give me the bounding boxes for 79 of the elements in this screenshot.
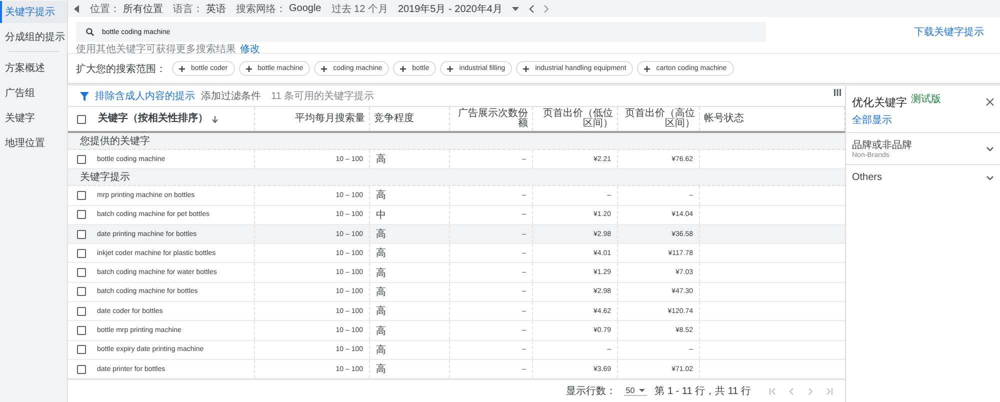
row-checkbox[interactable]	[76, 306, 86, 316]
row-checkbox[interactable]	[76, 210, 86, 220]
group-header: 关键字提示	[68, 169, 845, 186]
row-checkbox[interactable]	[76, 190, 86, 200]
filter-icon[interactable]	[80, 92, 89, 100]
sidebar-item[interactable]: 分成组的提示	[0, 26, 67, 48]
table-cell-text: 高	[376, 228, 386, 242]
sidebar-item[interactable]: 关键字提示	[0, 1, 67, 23]
column-header[interactable]: 页首出价（高位区间）	[622, 109, 695, 129]
select-all-checkbox[interactable]	[76, 114, 86, 124]
plus-icon	[644, 66, 650, 72]
column-header[interactable]: 帐号状态	[704, 114, 744, 124]
adult-filter-link[interactable]: 排除含成人内容的提示	[95, 89, 195, 103]
row-checkbox[interactable]	[76, 364, 86, 374]
column-header[interactable]: 竞争程度	[374, 114, 414, 124]
table-cell-text: 高	[376, 304, 386, 318]
download-link[interactable]: 下载关键字提示	[914, 25, 984, 39]
group-header: 您提供的关键字	[68, 133, 845, 150]
plus-icon	[523, 66, 530, 72]
plus-icon	[246, 66, 252, 72]
column-header[interactable]: 页首出价（低位区间）	[537, 109, 613, 129]
show-all-link[interactable]: 全部显示	[846, 110, 1000, 132]
rows-per-page-select[interactable]: 50	[624, 386, 647, 396]
table-cell-text: 高	[376, 246, 386, 260]
plus-icon	[179, 66, 185, 72]
column-header[interactable]: 广告展示次数份额	[454, 109, 528, 129]
plus-icon	[400, 66, 406, 72]
panel-title: 优化关键字	[852, 96, 907, 110]
chevron-down-icon[interactable]	[986, 174, 994, 180]
section-title: Others	[852, 172, 882, 183]
row-checkbox[interactable]	[76, 248, 86, 258]
table-cell-text: 高	[376, 286, 386, 299]
suggestion-count: 11 条可用的关键字提示	[271, 90, 374, 103]
table-cell-text: 高	[376, 188, 386, 202]
plus-icon	[321, 66, 328, 72]
column-header[interactable]: 关键字（按相关性排序）	[98, 114, 208, 124]
filter-label: 搜索网络：	[236, 2, 286, 16]
row-checkbox[interactable]	[76, 268, 86, 278]
filter-value[interactable]: 英语	[206, 2, 226, 16]
plus-icon	[447, 66, 454, 72]
beta-label: 测试版	[911, 92, 941, 106]
sidebar-item[interactable]: 方案概述	[0, 57, 67, 79]
filter-value[interactable]: 所有位置	[123, 2, 163, 16]
previous-icon[interactable]	[529, 4, 534, 12]
broaden-label: 扩大您的搜索范围：	[76, 62, 166, 76]
table-cell-text: 高	[376, 362, 386, 376]
columns-icon[interactable]	[834, 89, 841, 96]
table-cell-text: 高	[376, 266, 386, 280]
column-header[interactable]: 平均每月搜索量	[295, 114, 365, 124]
period-label: 过去 12 个月	[331, 2, 388, 16]
table-cell-text: 高	[376, 152, 386, 166]
filter-label: 语言：	[173, 2, 203, 16]
row-checkbox[interactable]	[76, 154, 86, 164]
add-filter-button[interactable]: 添加过滤条件	[201, 89, 261, 103]
chevron-down-icon[interactable]	[986, 146, 994, 152]
close-icon[interactable]	[986, 98, 994, 106]
sidebar-item[interactable]: 广告组	[0, 82, 67, 104]
row-checkbox[interactable]	[76, 230, 86, 239]
page-range: 第 1 - 11 行，共 11 行	[654, 384, 751, 398]
row-checkbox[interactable]	[76, 345, 86, 354]
table-cell-text: 高	[376, 344, 386, 357]
sidebar-item[interactable]: 关键字	[0, 107, 67, 129]
collapse-arrow-icon[interactable]	[74, 4, 80, 12]
sidebar-item[interactable]: 地理位置	[0, 132, 67, 154]
filter-label: 位置：	[90, 2, 120, 16]
hint-text: 使用其他关键字可获得更多搜索结果	[76, 45, 236, 55]
rows-per-page-label: 显示行数：	[566, 385, 616, 398]
section-title: 品牌或非品牌	[852, 138, 912, 152]
row-checkbox[interactable]	[76, 326, 86, 336]
dropdown-icon	[638, 389, 645, 392]
table-cell-text: 中	[376, 208, 386, 222]
dropdown-icon[interactable]	[512, 6, 520, 10]
date-range[interactable]: 2019年5月 - 2020年4月	[398, 2, 502, 16]
sort-down-icon[interactable]	[212, 116, 218, 122]
edit-link[interactable]: 修改	[240, 45, 260, 55]
filter-value[interactable]: Google	[289, 3, 322, 14]
row-checkbox[interactable]	[76, 287, 86, 296]
search-icon	[86, 28, 94, 36]
table-cell-text: 高	[376, 324, 386, 338]
